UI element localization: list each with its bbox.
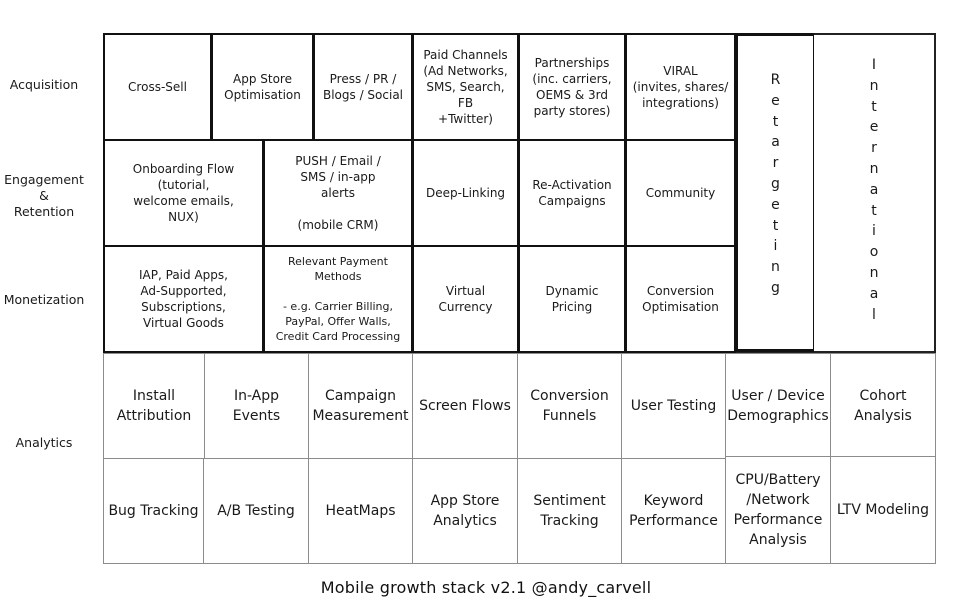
vertical-letter: n xyxy=(869,264,879,281)
vertical-letter: i xyxy=(872,223,876,240)
cell-keyword-performance: Keyword Performance xyxy=(621,458,726,564)
cell-onboarding-flow: Onboarding Flow (tutorial, welcome email… xyxy=(103,139,264,247)
vertical-letter: R xyxy=(770,72,781,88)
row-label-analytics: Analytics xyxy=(15,435,73,450)
row-label-engagement-retention: Engagement & Retention xyxy=(4,172,84,219)
vertical-letter: a xyxy=(869,285,879,302)
cell-in-app-events: In-App Events xyxy=(204,353,309,459)
international-letters: International xyxy=(870,55,879,325)
cell-re-activation-campaigns: Re-Activation Campaigns xyxy=(517,139,626,247)
cell-press-pr-blogs-social: Press / PR / Blogs / Social xyxy=(312,33,413,141)
cell-international: International xyxy=(814,33,936,353)
cell-user-device-demographics: User / Device Demographics xyxy=(725,353,831,459)
cell-cross-sell: Cross-Sell xyxy=(103,33,212,141)
cell-conversion-funnels: Conversion Funnels xyxy=(517,353,622,459)
row-label-monetization: Monetization xyxy=(3,292,85,307)
vertical-letter: t xyxy=(772,217,779,234)
cell-heatmaps: HeatMaps xyxy=(308,458,413,564)
cell-user-testing: User Testing xyxy=(621,353,726,459)
cell-cpu-battery-network: CPU/Battery /Network Performance Analysi… xyxy=(725,456,831,564)
vertical-letter: n xyxy=(869,77,879,94)
vertical-letter: i xyxy=(773,238,778,255)
cell-retargeting: Retargeting xyxy=(735,33,816,352)
cell-bug-tracking: Bug Tracking xyxy=(103,458,204,564)
vertical-letter: n xyxy=(869,160,879,177)
cell-screen-flows: Screen Flows xyxy=(412,353,518,459)
vertical-letter: e xyxy=(771,92,780,109)
retargeting-letters: Retargeting xyxy=(771,70,781,299)
vertical-letter: t xyxy=(871,202,877,219)
vertical-letter: o xyxy=(869,244,879,261)
vertical-letter: a xyxy=(869,181,879,198)
vertical-letter: n xyxy=(771,259,780,276)
cell-ltv-modeling: LTV Modeling xyxy=(830,456,936,564)
cell-iap-paid-apps: IAP, Paid Apps, Ad-Supported, Subscripti… xyxy=(103,245,264,353)
cell-deep-linking: Deep-Linking xyxy=(411,139,519,247)
vertical-letter: r xyxy=(772,155,779,172)
cell-push-email-sms: PUSH / Email / SMS / in-app alerts (mobi… xyxy=(262,139,413,247)
vertical-letter: a xyxy=(771,134,780,151)
cell-cohort-analysis: Cohort Analysis xyxy=(830,353,936,459)
vertical-letter: e xyxy=(771,196,780,213)
caption: Mobile growth stack v2.1 @andy_carvell xyxy=(320,578,652,597)
vertical-letter: t xyxy=(772,113,779,130)
cell-app-store-analytics: App Store Analytics xyxy=(412,458,518,564)
cell-conversion-optimisation: Conversion Optimisation xyxy=(624,245,736,353)
cell-install-attribution: Install Attribution xyxy=(103,353,205,459)
cell-campaign-measurement: Campaign Measurement xyxy=(308,353,413,459)
cell-partnerships: Partnerships (inc. carriers, OEMS & 3rd … xyxy=(517,33,626,141)
vertical-letter: l xyxy=(872,306,876,323)
cell-viral: VIRAL (invites, shares/ integrations) xyxy=(624,33,736,141)
cell-ab-testing: A/B Testing xyxy=(203,458,309,564)
cell-virtual-currency: Virtual Currency xyxy=(411,245,519,353)
cell-dynamic-pricing: Dynamic Pricing xyxy=(517,245,626,353)
cell-sentiment-tracking: Sentiment Tracking xyxy=(517,458,622,564)
cell-community: Community xyxy=(624,139,736,247)
cell-app-store-optimisation: App Store Optimisation xyxy=(210,33,314,141)
row-label-acquisition: Acquisition xyxy=(9,77,79,92)
cell-paid-channels: Paid Channels (Ad Networks, SMS, Search,… xyxy=(411,33,519,141)
vertical-letter: r xyxy=(871,140,877,157)
vertical-letter: g xyxy=(771,279,780,296)
vertical-letter: g xyxy=(771,175,780,192)
vertical-letter: t xyxy=(871,98,877,115)
cell-relevant-payment-methods: Relevant Payment Methods - e.g. Carrier … xyxy=(262,245,413,353)
vertical-letter: e xyxy=(869,119,879,136)
vertical-letter: I xyxy=(871,57,877,73)
